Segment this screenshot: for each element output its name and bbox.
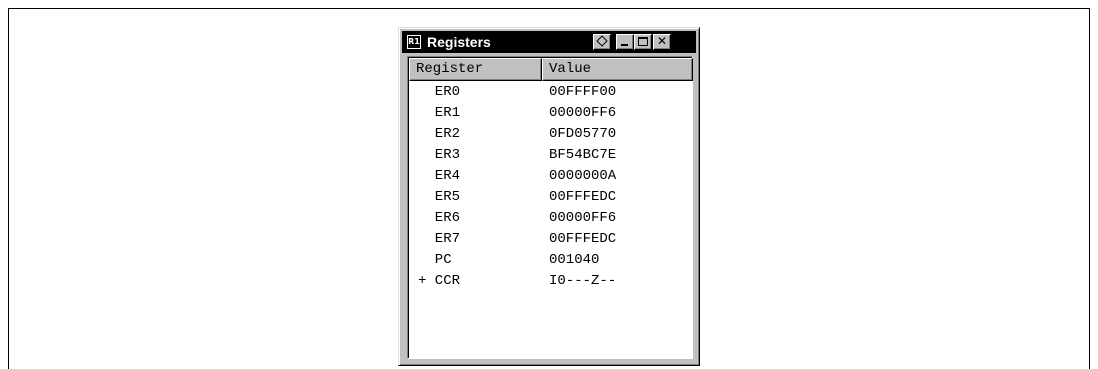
table-row-expandable[interactable]: + CCR I0---Z-- [409,271,691,292]
registers-window[interactable]: R1 Registers ✕ Register Value ER0 00FFFF0… [398,27,700,366]
register-value[interactable]: 00000FF6 [549,210,616,226]
title-bar[interactable]: R1 Registers ✕ [402,31,696,53]
register-name: ER1 [418,105,461,121]
register-name: ER3 [418,147,461,163]
register-value[interactable]: 00000FF6 [549,105,616,121]
column-header-register[interactable]: Register [409,58,542,81]
table-row[interactable]: ER7 00FFFEDC [409,229,691,250]
register-name: ER4 [418,168,461,184]
register-rows: ER0 00FFFF00 ER1 00000FF6 ER2 0FD05770 ER3 B… [409,82,691,292]
register-value[interactable]: 00FFFEDC [549,231,616,247]
table-row[interactable]: PC 001040 [409,250,691,271]
list-header: Register Value [409,58,693,81]
register-name: ER6 [418,210,461,226]
register-name: ER5 [418,189,461,205]
register-value[interactable]: BF54BC7E [549,147,616,163]
minimize-icon[interactable] [616,34,634,50]
close-icon[interactable]: ✕ [653,34,671,50]
register-value[interactable]: 00FFFEDC [549,189,616,205]
register-value[interactable]: 00FFFF00 [549,84,616,100]
table-row[interactable]: ER3 BF54BC7E [409,145,691,166]
register-value[interactable]: 0FD05770 [549,126,616,142]
register-name: ER2 [418,126,461,142]
table-row[interactable]: ER0 00FFFF00 [409,82,691,103]
register-list[interactable]: Register Value ER0 00FFFF00 ER1 00000FF6 E… [407,56,693,359]
register-name: ER7 [418,231,461,247]
table-row[interactable]: ER1 00000FF6 [409,103,691,124]
register-value[interactable]: 0000000A [549,168,616,184]
table-row[interactable]: ER4 0000000A [409,166,691,187]
register-value[interactable]: 001040 [549,252,599,268]
register-value[interactable]: I0---Z-- [549,273,616,289]
register-name: PC [418,252,452,268]
table-row[interactable]: ER2 0FD05770 [409,124,691,145]
pin-icon[interactable] [593,34,611,50]
register-name: ER0 [418,84,461,100]
table-row[interactable]: ER5 00FFFEDC [409,187,691,208]
register-name[interactable]: + CCR [418,273,460,289]
window-title: Registers [427,34,491,50]
column-header-value[interactable]: Value [542,58,693,81]
maximize-icon[interactable] [634,34,652,50]
registers-app-icon: R1 [407,35,421,49]
table-row[interactable]: ER6 00000FF6 [409,208,691,229]
